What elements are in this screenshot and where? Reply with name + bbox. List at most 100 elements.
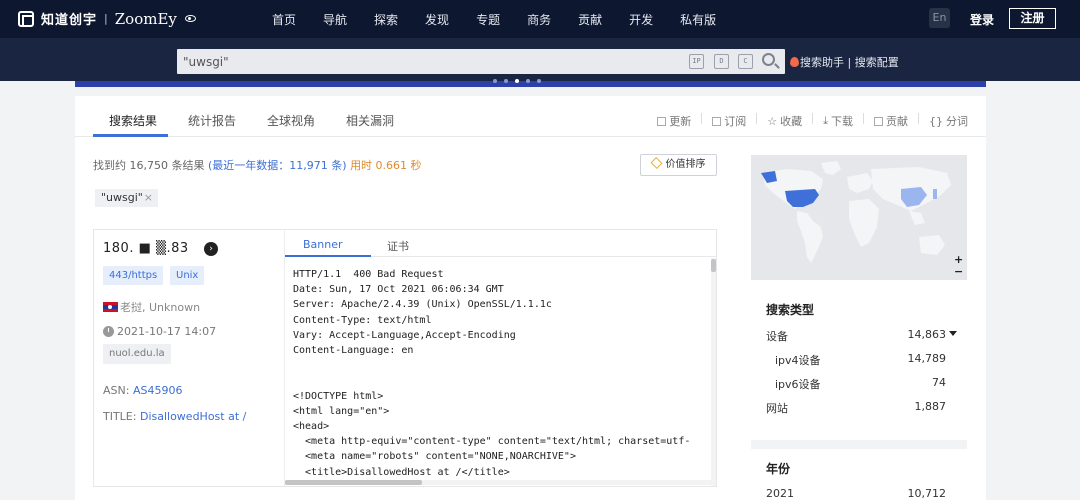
zoom-out-button[interactable]: −: [954, 265, 963, 278]
horizontal-scrollbar[interactable]: [285, 480, 711, 485]
row-label: 网站: [766, 402, 788, 415]
hostname-badge[interactable]: nuol.edu.la: [103, 344, 171, 364]
vertical-scrollbar[interactable]: [711, 258, 716, 486]
nav-contribute[interactable]: 贡献: [578, 11, 602, 28]
nav-topics[interactable]: 专题: [476, 11, 500, 28]
date-text: 2021-10-17 14:07: [117, 325, 217, 338]
download-button[interactable]: ⤓ 下载: [823, 113, 853, 129]
banner-tab-indicator: [285, 255, 371, 257]
result-location: 老挝, Unknown: [103, 299, 200, 315]
row-label: ipv4设备: [775, 354, 821, 367]
row-value: 74: [932, 376, 946, 389]
search-icon[interactable]: [762, 53, 775, 66]
tab-related-vulns[interactable]: 相关漏洞: [346, 112, 394, 129]
search-helper-text[interactable]: 搜索助手 | 搜索配置: [800, 56, 899, 69]
title-link[interactable]: DisallowedHost at /: [140, 410, 246, 423]
nav-discover[interactable]: 发现: [425, 11, 449, 28]
nav-develop[interactable]: 开发: [629, 11, 653, 28]
brand-name-cn: 知道创宇: [41, 13, 98, 28]
tab-certificate[interactable]: 证书: [387, 238, 409, 254]
contribute-icon: [874, 116, 883, 126]
result-stats: 找到约 16,750 条结果 (最近一年数据：11,971 条) 用时 0.66…: [93, 157, 422, 173]
top-navbar: 知道创宇 | ZoomEy 首页 导航 探索 发现 专题 商务 贡献 开发 私有…: [0, 0, 1080, 38]
filter-chip-label: "uwsgi": [101, 191, 143, 204]
nav-private[interactable]: 私有版: [680, 11, 716, 28]
search-band: IP D C 搜索助手 | 搜索配置: [0, 38, 1080, 81]
banner-carousel-dots[interactable]: [493, 79, 541, 83]
row-label: ipv6设备: [775, 378, 821, 391]
favorite-button[interactable]: ☆ 收藏: [767, 113, 802, 129]
result-item: 180. ■ ▒.83 › 443/https Unix 老挝, Unknown…: [93, 229, 717, 487]
subscribe-label: 订阅: [724, 115, 747, 128]
recent-year-count[interactable]: (最近一年数据：11,971 条): [208, 159, 347, 172]
search-input[interactable]: [183, 52, 663, 71]
cidr-search-icon[interactable]: C: [738, 54, 753, 69]
subscribe-icon: [712, 116, 722, 126]
tab-banner[interactable]: Banner: [303, 238, 343, 251]
subscribe-button[interactable]: 订阅: [712, 113, 746, 129]
download-label: 下载: [831, 115, 853, 128]
port-tag[interactable]: 443/https: [103, 266, 164, 285]
row-value: 14,789: [907, 352, 947, 365]
caret-down-icon[interactable]: [949, 331, 957, 336]
update-label: 更新: [669, 115, 692, 128]
nav-explore[interactable]: 探索: [374, 11, 398, 28]
contribute-button[interactable]: 贡献: [874, 113, 908, 129]
row-value: 1,887: [914, 400, 947, 413]
close-icon[interactable]: ×: [144, 189, 153, 207]
row-label: 设备: [766, 330, 788, 343]
eye-icon: [184, 15, 196, 22]
tokenize-label: 分词: [946, 115, 968, 128]
os-tag[interactable]: Unix: [170, 266, 205, 285]
stats-sidebar: + − 搜索类型 设备 14,863 ipv4设备 14,789 ipv6设备 …: [751, 155, 967, 500]
login-link[interactable]: 登录: [970, 11, 994, 28]
location-text[interactable]: 老挝, Unknown: [120, 301, 200, 314]
flame-icon: [790, 57, 799, 67]
laos-flag-icon: [103, 302, 118, 312]
result-ip[interactable]: 180. ■ ▒.83: [103, 241, 189, 256]
nav-home[interactable]: 首页: [272, 11, 296, 28]
brand-logo[interactable]: 知道创宇 | ZoomEy: [18, 9, 196, 28]
banner-panel: Banner 证书 HTTP/1.1 400 Bad Request Date:…: [284, 230, 717, 486]
search-helper-links[interactable]: 搜索助手 | 搜索配置: [790, 54, 899, 70]
register-button[interactable]: 注册: [1009, 8, 1056, 29]
active-tab-indicator: [93, 134, 168, 137]
domain-search-icon[interactable]: D: [714, 54, 729, 69]
query-time: 用时 0.661 秒: [350, 159, 422, 172]
result-date: 2021-10-17 14:07: [103, 325, 216, 338]
row-value: 14,863: [907, 328, 947, 341]
language-toggle[interactable]: En: [929, 8, 950, 28]
braces-icon: {}: [929, 114, 943, 128]
contribute-label: 贡献: [886, 115, 908, 128]
row-label: 2021: [766, 487, 794, 500]
nav-navigation[interactable]: 导航: [323, 11, 347, 28]
result-actions: 更新 订阅 ☆ 收藏 ⤓ 下载 贡献 {} 分词: [647, 113, 968, 129]
update-icon: [657, 116, 667, 126]
search-box: IP D C: [177, 49, 785, 74]
brand-name-en: ZoomEy: [114, 9, 177, 28]
favorite-label: 收藏: [780, 115, 803, 128]
value-sort-button[interactable]: 价值排序: [640, 154, 717, 176]
tab-stats-report[interactable]: 统计报告: [188, 112, 236, 129]
ip-search-icon[interactable]: IP: [689, 54, 704, 69]
arrow-right-icon[interactable]: ›: [204, 242, 218, 256]
value-sort-label: 价值排序: [665, 159, 706, 170]
update-button[interactable]: 更新: [657, 113, 691, 129]
knownsec-logo-icon: [18, 10, 34, 27]
nav-business[interactable]: 商务: [527, 11, 551, 28]
main-nav: 首页 导航 探索 发现 专题 商务 贡献 开发 私有版: [272, 11, 743, 28]
diamond-icon: [649, 156, 663, 170]
tokenize-button[interactable]: {} 分词: [929, 113, 968, 129]
result-title: TITLE: DisallowedHost at /: [103, 410, 246, 423]
result-asn: ASN: AS45906: [103, 384, 182, 397]
result-count: 找到约 16,750 条结果: [93, 159, 205, 172]
filter-chip[interactable]: "uwsgi" ×: [95, 189, 158, 207]
year-heading: 年份: [766, 462, 791, 476]
download-icon: ⤓: [823, 114, 828, 127]
world-map[interactable]: + −: [751, 155, 967, 280]
asn-link[interactable]: AS45906: [133, 384, 183, 397]
tab-global-view[interactable]: 全球视角: [267, 112, 315, 129]
tab-search-results[interactable]: 搜索结果: [109, 112, 157, 129]
title-label: TITLE:: [103, 410, 137, 423]
row-value: 10,712: [907, 487, 947, 500]
